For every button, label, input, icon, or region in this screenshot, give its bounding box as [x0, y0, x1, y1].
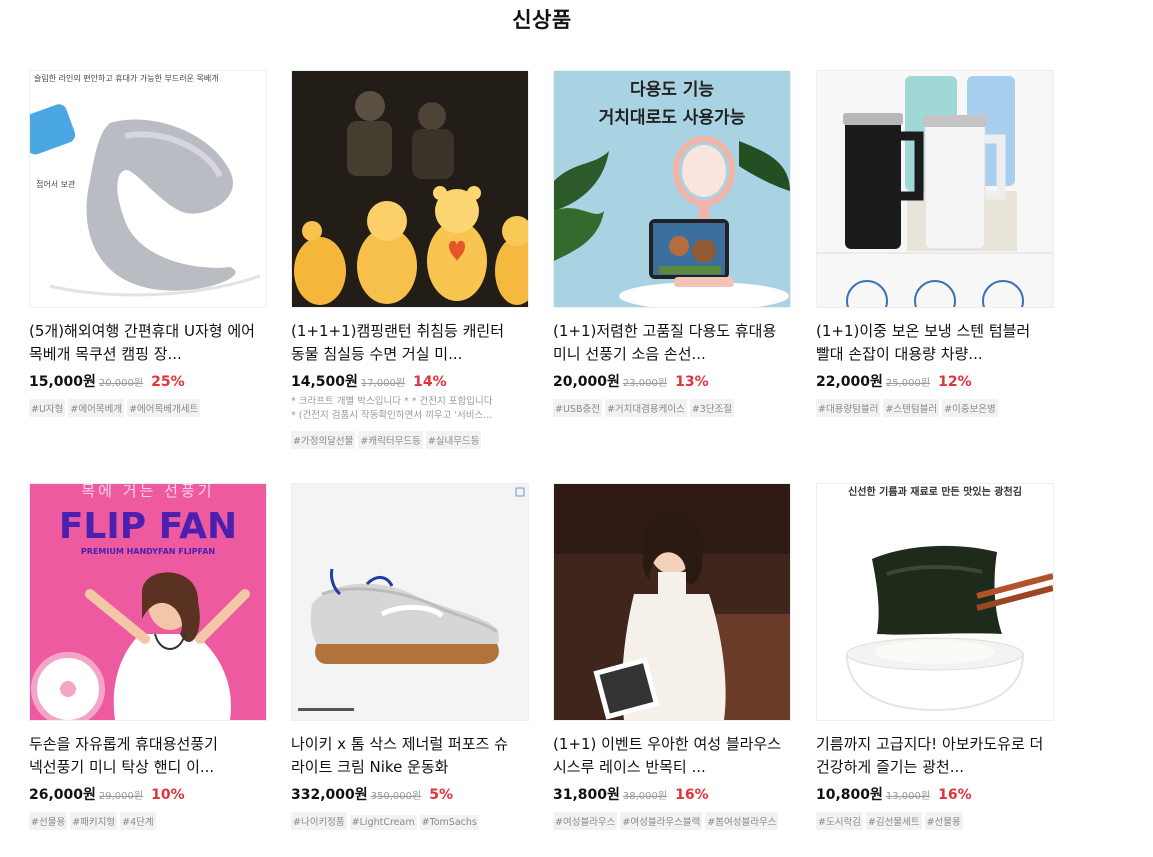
original-price: 350,000원: [370, 791, 422, 802]
tag[interactable]: #캐릭터무드등: [358, 431, 423, 449]
product-image[interactable]: 다용도 기능 거치대로도 사용가능: [553, 70, 791, 308]
original-price: 25,000원: [885, 378, 931, 389]
tag-list: #도시락김 #김선물세트 #선물용: [816, 810, 1054, 830]
discount-rate: 12%: [938, 374, 972, 390]
tag[interactable]: #나이키정품: [291, 812, 347, 830]
page-title: 신상품: [512, 8, 572, 32]
original-price: 13,000원: [885, 791, 931, 802]
price-row: 10,800원 13,000원 16%: [816, 782, 1054, 806]
price-row: 332,000원 350,000원 5%: [291, 782, 529, 806]
product-name[interactable]: 두손을 자유롭게 휴대용선풍기 넥선풍기 미니 탁상 핸디 이...: [29, 733, 267, 779]
product-card[interactable]: (1+1)이중 보온 보냉 스텐 텀블러 빨대 손잡이 대용량 차량... 22…: [816, 70, 1054, 417]
tag[interactable]: #가정의달선물: [291, 431, 356, 449]
original-price: 17,000원: [360, 378, 406, 389]
product-card[interactable]: 목에 거는 선풍기 FLIP FAN PREMIUM HANDYFAN FLIP…: [29, 483, 267, 830]
tag-list: #U자형 #에어목베개 #에어목베개세트: [29, 397, 267, 417]
sale-price: 332,000원: [291, 787, 368, 803]
tag-list: #나이키정품 #LightCream #TomSachs: [291, 810, 529, 830]
product-image[interactable]: [553, 483, 791, 721]
tag[interactable]: #에어목베개: [68, 399, 125, 417]
product-name[interactable]: (5개)해외여행 간편휴대 U자형 에어 목베개 목쿠션 캠핑 장...: [29, 320, 267, 366]
tag[interactable]: #LightCream: [349, 815, 417, 830]
tag-list: #선물용 #패키지형 #4단계: [29, 810, 267, 830]
tag[interactable]: #김선물세트: [865, 812, 922, 830]
product-name[interactable]: 기름까지 고급지다! 아보카도유로 더 건강하게 즐기는 광천...: [816, 733, 1054, 779]
original-price: 38,000원: [622, 791, 668, 802]
tag[interactable]: #3단조절: [689, 399, 735, 417]
tag[interactable]: #4단계: [120, 812, 156, 830]
price-row: 14,500원 17,000원 14%: [291, 369, 529, 393]
product-card[interactable]: 신선한 기름과 재료로 만든 맛있는 광천김 기름까지 고급지다! 아보카도유로…: [816, 483, 1054, 830]
product-image[interactable]: 슬림한 라인의 편안하고 휴대가 가능한 부드러운 목베개 접어서 보관: [29, 70, 267, 308]
tag[interactable]: #스텐텀블러: [883, 399, 940, 417]
product-card[interactable]: 다용도 기능 거치대로도 사용가능 (1+1)저렴한 고품질 다용도 휴대용 미…: [553, 70, 791, 417]
tag[interactable]: #에어목베개세트: [127, 399, 201, 417]
tag[interactable]: #여성블라우스블랙: [620, 812, 703, 830]
discount-rate: 25%: [151, 374, 185, 390]
product-name[interactable]: (1+1)저렴한 고품질 다용도 휴대용 미니 선풍기 소음 손선...: [553, 320, 791, 366]
price-row: 20,000원 23,000원 13%: [553, 369, 791, 393]
price-row: 15,000원 20,000원 25%: [29, 369, 267, 393]
product-description: * 크라프트 개별 박스입니다 * * 건전지 포함입니다: [291, 396, 493, 407]
tag[interactable]: #실내무드등: [425, 431, 482, 449]
tag[interactable]: #도시락김: [816, 812, 863, 830]
tag-list: #대용량텀블러 #스텐텀블러 #이중보온병: [816, 397, 1054, 417]
tag[interactable]: #TomSachs: [419, 815, 479, 830]
tag[interactable]: #대용량텀블러: [816, 399, 881, 417]
sale-price: 22,000원: [816, 374, 883, 390]
tag[interactable]: #USB충전: [553, 399, 602, 417]
sale-price: 14,500원: [291, 374, 358, 390]
product-description: * (건전지 검품시 작동확인하면서 끼우고 '서비스...: [291, 410, 493, 421]
tag[interactable]: #거치대겸용케이스: [604, 399, 687, 417]
product-image[interactable]: 목에 거는 선풍기 FLIP FAN PREMIUM HANDYFAN FLIP…: [29, 483, 267, 721]
product-image[interactable]: [291, 483, 529, 721]
original-price: 20,000원: [98, 378, 144, 389]
sale-price: 10,800원: [816, 787, 883, 803]
discount-rate: 16%: [938, 787, 972, 803]
product-name[interactable]: 나이키 x 톰 삭스 제너럴 퍼포즈 슈 라이트 크림 Nike 운동화: [291, 733, 529, 779]
original-price: 23,000원: [622, 378, 668, 389]
product-name[interactable]: (1+1)이중 보온 보냉 스텐 텀블러 빨대 손잡이 대용량 차량...: [816, 320, 1054, 366]
product-card[interactable]: 슬림한 라인의 편안하고 휴대가 가능한 부드러운 목베개 접어서 보관 (5개…: [29, 70, 267, 417]
sale-price: 20,000원: [553, 374, 620, 390]
discount-rate: 16%: [675, 787, 709, 803]
product-card[interactable]: (1+1) 이벤트 우아한 여성 블라우스 시스루 레이스 반목티 ... 31…: [553, 483, 791, 830]
sale-price: 31,800원: [553, 787, 620, 803]
product-name[interactable]: (1+1) 이벤트 우아한 여성 블라우스 시스루 레이스 반목티 ...: [553, 733, 791, 779]
tag[interactable]: #패키지형: [70, 812, 118, 830]
price-row: 31,800원 38,000원 16%: [553, 782, 791, 806]
product-card[interactable]: 나이키 x 톰 삭스 제너럴 퍼포즈 슈 라이트 크림 Nike 운동화 332…: [291, 483, 529, 830]
discount-rate: 5%: [429, 787, 453, 803]
tag-list: #여성블라우스 #여성블라우스블랙 #봄여성블라우스: [553, 810, 791, 830]
tag[interactable]: #여성블라우스: [553, 812, 618, 830]
tag[interactable]: #선물용: [29, 812, 68, 830]
discount-rate: 13%: [675, 374, 709, 390]
price-row: 22,000원 25,000원 12%: [816, 369, 1054, 393]
tag-list: #USB충전 #거치대겸용케이스 #3단조절: [553, 397, 791, 417]
sale-price: 26,000원: [29, 787, 96, 803]
sale-price: 15,000원: [29, 374, 96, 390]
product-image[interactable]: 신선한 기름과 재료로 만든 맛있는 광천김: [816, 483, 1054, 721]
product-image[interactable]: [816, 70, 1054, 308]
tag[interactable]: #U자형: [29, 399, 66, 417]
tag[interactable]: #이중보온병: [942, 399, 998, 417]
tag-list: #가정의달선물 #캐릭터무드등 #실내무드등: [291, 429, 529, 449]
product-card[interactable]: (1+1+1)캠핑랜턴 취침등 캐린터 동물 침실등 수면 거실 미... 14…: [291, 70, 529, 449]
discount-rate: 10%: [151, 787, 185, 803]
product-name[interactable]: (1+1+1)캠핑랜턴 취침등 캐린터 동물 침실등 수면 거실 미...: [291, 320, 529, 366]
discount-rate: 14%: [413, 374, 447, 390]
product-image[interactable]: [291, 70, 529, 308]
original-price: 29,000원: [98, 791, 144, 802]
tag[interactable]: #봄여성블라우스: [705, 812, 779, 830]
tag[interactable]: #선물용: [924, 812, 963, 830]
price-row: 26,000원 29,000원 10%: [29, 782, 267, 806]
